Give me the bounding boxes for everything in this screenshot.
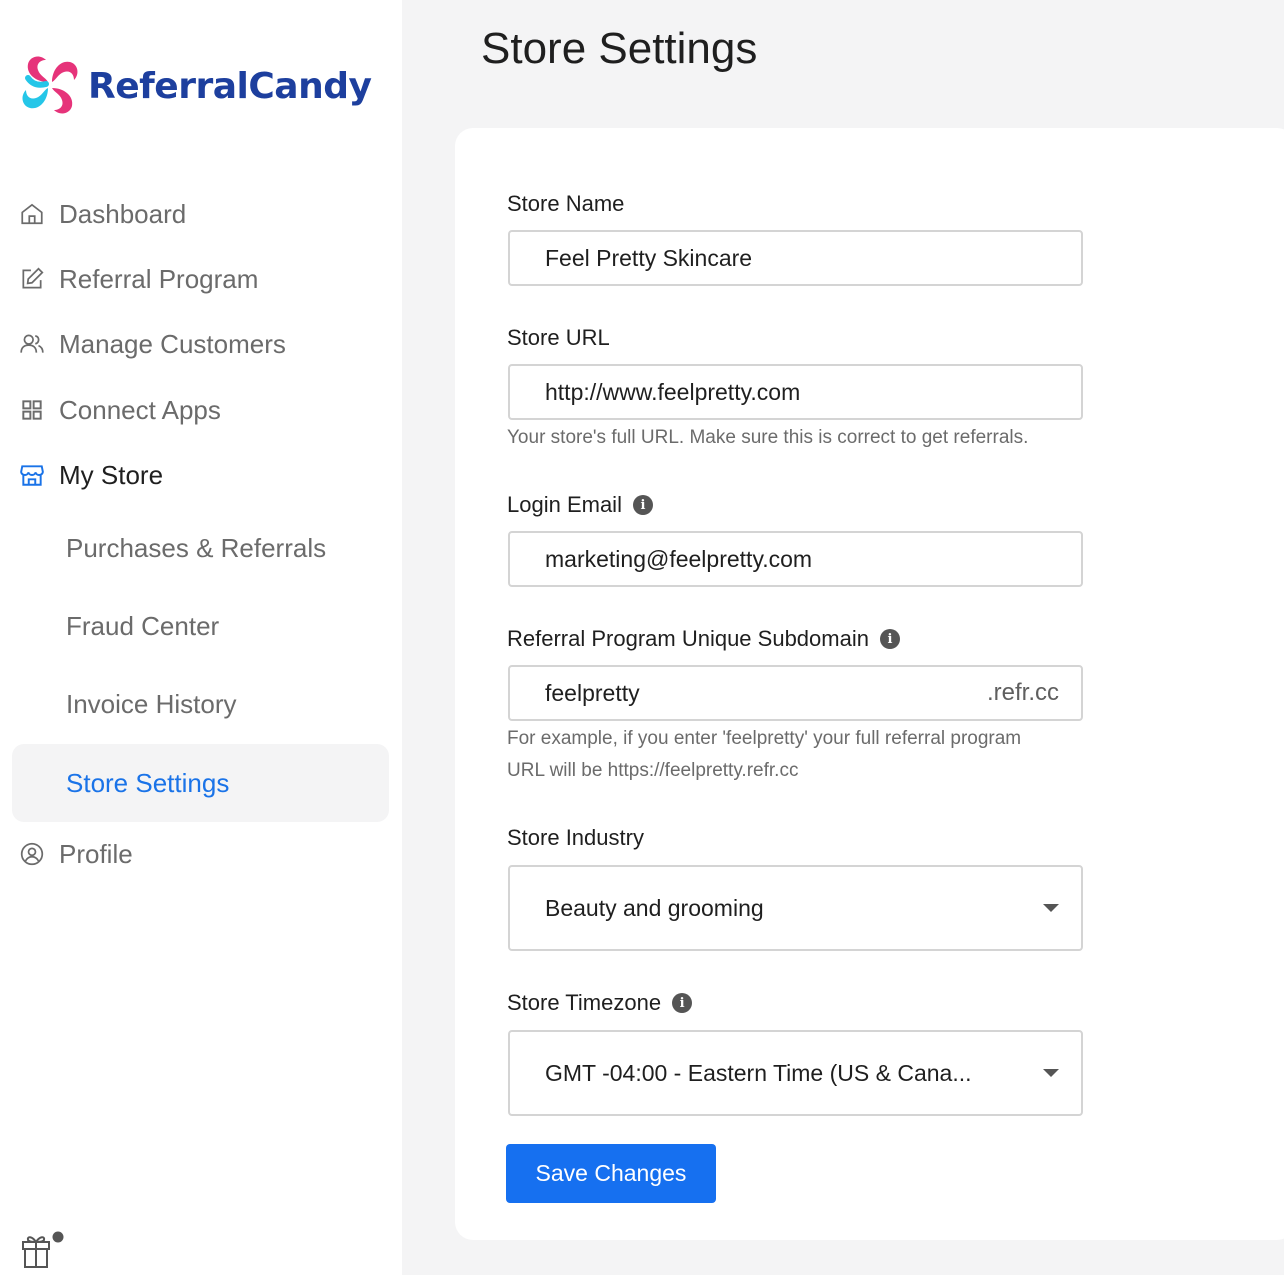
- store-name-input[interactable]: Feel Pretty Skincare: [508, 230, 1083, 286]
- store-timezone-label-text: Store Timezone: [507, 990, 662, 1015]
- sidebar: ReferralCandy Dashboard Referral Program…: [0, 0, 402, 1275]
- user-circle-icon: [18, 840, 46, 868]
- subdomain-label-text: Referral Program Unique Subdomain: [507, 626, 869, 651]
- sidebar-item-profile[interactable]: Profile: [18, 832, 133, 876]
- subdomain-help-line: For example, if you enter 'feelpretty' y…: [507, 728, 1022, 749]
- info-icon[interactable]: i: [879, 629, 900, 649]
- sidebar-subitem-store-settings[interactable]: Store Settings: [12, 744, 389, 822]
- home-icon: [18, 200, 46, 228]
- brand-name: ReferralCandy: [88, 65, 372, 107]
- store-industry-value: Beauty and grooming: [545, 894, 764, 921]
- sidebar-subitem-invoice-history[interactable]: Invoice History: [12, 665, 389, 743]
- sidebar-subitem-label: Store Settings: [66, 767, 230, 798]
- info-icon[interactable]: i: [672, 993, 693, 1013]
- sidebar-item-label: My Store: [59, 459, 164, 490]
- login-email-value: marketing@feelpretty.com: [545, 545, 813, 572]
- brand-logo[interactable]: ReferralCandy: [18, 52, 372, 120]
- sidebar-item-manage-customers[interactable]: Manage Customers: [18, 322, 286, 366]
- login-email-label: Login Email i: [507, 492, 653, 518]
- store-name-label: Store Name: [507, 191, 624, 217]
- sidebar-subitem-purchases-referrals[interactable]: Purchases & Referrals: [12, 509, 389, 587]
- sidebar-item-my-store[interactable]: My Store: [18, 453, 163, 497]
- store-industry-select[interactable]: Beauty and grooming: [508, 865, 1083, 951]
- edit-icon: [18, 265, 46, 293]
- store-url-value: http://www.feelpretty.com: [545, 378, 801, 405]
- store-name-label-text: Store Name: [507, 191, 625, 216]
- sidebar-subitem-label: Invoice History: [66, 688, 237, 719]
- chevron-down-icon: [1043, 904, 1059, 912]
- page-title: Store Settings: [481, 24, 758, 73]
- sidebar-subitem-label: Fraud Center: [66, 610, 220, 641]
- store-url-input[interactable]: http://www.feelpretty.com: [508, 364, 1083, 420]
- info-icon[interactable]: i: [632, 495, 653, 515]
- subdomain-value: feelpretty: [545, 679, 640, 706]
- chevron-down-icon: [1043, 1069, 1059, 1077]
- store-timezone-label: Store Timezone i: [507, 990, 693, 1016]
- store-timezone-value: GMT -04:00 - Eastern Time (US & Cana...: [545, 1059, 972, 1086]
- sidebar-item-label: Manage Customers: [59, 328, 286, 359]
- sidebar-item-referral-program[interactable]: Referral Program: [18, 257, 258, 301]
- gift-icon[interactable]: [20, 1230, 64, 1270]
- sidebar-item-label: Profile: [59, 838, 133, 869]
- subdomain-suffix: .refr.cc: [986, 679, 1059, 706]
- grid-icon: [18, 396, 46, 424]
- referralcandy-logo-icon: [22, 56, 78, 114]
- store-url-label-text: Store URL: [507, 325, 610, 350]
- store-url-label: Store URL: [507, 325, 610, 351]
- subdomain-input[interactable]: feelpretty .refr.cc: [508, 665, 1083, 721]
- sidebar-subitem-fraud-center[interactable]: Fraud Center: [12, 587, 389, 665]
- store-industry-label-text: Store Industry: [507, 825, 644, 850]
- sidebar-item-dashboard[interactable]: Dashboard: [18, 192, 186, 236]
- save-changes-button[interactable]: Save Changes: [506, 1144, 716, 1203]
- sidebar-item-label: Referral Program: [59, 263, 259, 294]
- store-name-value: Feel Pretty Skincare: [545, 244, 753, 271]
- sidebar-item-label: Dashboard: [59, 198, 187, 229]
- login-email-label-text: Login Email: [507, 492, 622, 517]
- users-icon: [18, 330, 46, 358]
- sidebar-item-label: Connect Apps: [59, 394, 221, 425]
- subdomain-help-line: URL will be https://feelpretty.refr.cc: [507, 760, 799, 781]
- sidebar-item-connect-apps[interactable]: Connect Apps: [18, 388, 221, 432]
- store-url-help: Your store's full URL. Make sure this is…: [507, 427, 1029, 448]
- store-timezone-select[interactable]: GMT -04:00 - Eastern Time (US & Cana...: [508, 1030, 1083, 1116]
- store-icon: [18, 461, 46, 489]
- subdomain-label: Referral Program Unique Subdomain i: [507, 626, 900, 652]
- login-email-input[interactable]: marketing@feelpretty.com: [508, 531, 1083, 587]
- store-industry-label: Store Industry: [507, 825, 644, 851]
- sidebar-subitem-label: Purchases & Referrals: [66, 532, 327, 563]
- subdomain-help: For example, if you enter 'feelpretty' y…: [507, 723, 1097, 787]
